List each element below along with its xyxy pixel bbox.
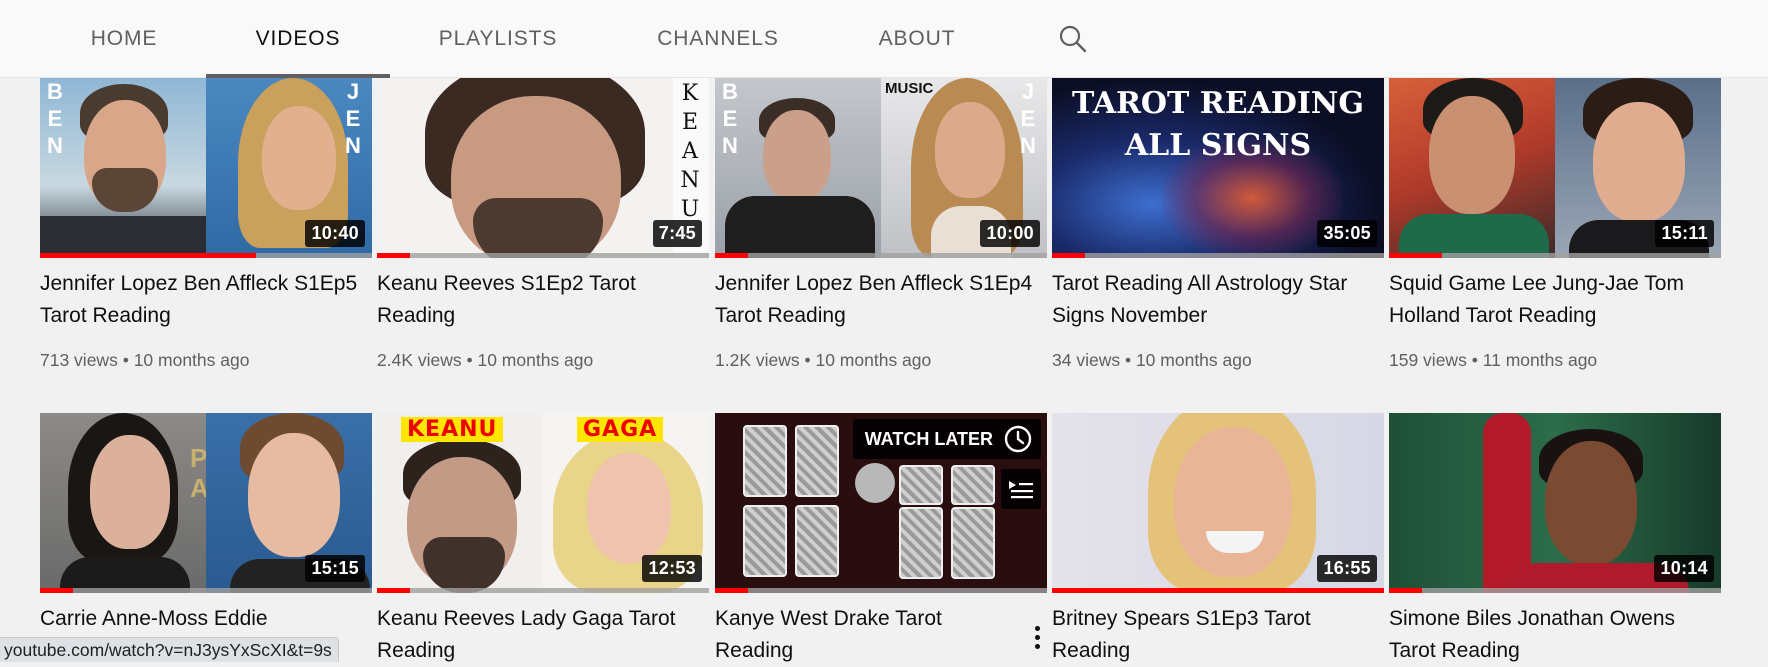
video-meta: 713 views • 10 months ago: [40, 350, 250, 370]
video-thumbnail[interactable]: K E A N U 7:45: [377, 78, 709, 258]
tab-about[interactable]: ABOUT: [864, 0, 970, 78]
duration-badge: 15:15: [305, 555, 365, 582]
watch-progress-bar: [715, 253, 1047, 258]
thumb-letter: K: [681, 81, 699, 106]
tab-channels[interactable]: CHANNELS: [640, 0, 796, 78]
tab-playlists[interactable]: PLAYLISTS: [418, 0, 578, 78]
duration-badge: 35:05: [1317, 220, 1377, 247]
add-to-queue-button[interactable]: [1001, 469, 1041, 509]
watch-progress-bar: [1052, 588, 1384, 593]
video-thumbnail[interactable]: WATCH LATER: [715, 413, 1047, 593]
duration-badge: 7:45: [652, 220, 702, 247]
thumb-letter: E: [1020, 106, 1036, 131]
more-actions-button[interactable]: [1027, 621, 1047, 653]
thumb-letter: U: [680, 197, 700, 222]
duration-badge: 16:55: [1317, 555, 1377, 582]
tab-videos[interactable]: VIDEOS: [206, 0, 390, 78]
thumb-letter: E: [345, 106, 361, 131]
thumb-letter: N: [345, 133, 361, 158]
thumb-banner-keanu: KEANU: [401, 417, 504, 442]
thumb-letter: N: [680, 168, 700, 193]
thumb-letter: E: [722, 106, 738, 131]
video-title[interactable]: Tarot Reading All Astrology Star Signs N…: [1052, 268, 1372, 332]
watch-progress-bar: [40, 253, 372, 258]
video-meta: 1.2K views • 10 months ago: [715, 350, 932, 370]
watch-progress-bar: [715, 588, 1047, 593]
thumb-billboard-text: MUSIC: [885, 80, 934, 97]
channel-tab-bar: HOME VIDEOS PLAYLISTS CHANNELS ABOUT: [0, 0, 1768, 78]
watch-progress-bar: [377, 253, 709, 258]
thumb-title-line2: ALL SIGNS: [1124, 128, 1312, 163]
video-title[interactable]: Jennifer Lopez Ben Affleck S1Ep4 Tarot R…: [715, 268, 1035, 332]
video-thumbnail[interactable]: 15:11: [1389, 78, 1721, 258]
video-meta: 2.4K views • 10 months ago: [377, 350, 594, 370]
thumb-letter: E: [681, 110, 699, 135]
video-thumbnail[interactable]: PA 15:15: [40, 413, 372, 593]
link-hover-status: youtube.com/watch?v=nJ3ysYxScXI&t=9s: [0, 637, 339, 662]
view-count: 2.4K views: [377, 350, 462, 370]
video-thumbnail[interactable]: 10:14: [1389, 413, 1721, 593]
watch-progress-bar: [40, 588, 372, 593]
thumb-letter: B: [47, 79, 63, 104]
watch-later-label: WATCH LATER: [864, 428, 993, 449]
watch-progress-bar: [377, 588, 709, 593]
tab-home[interactable]: HOME: [70, 0, 178, 78]
clock-icon: [1004, 425, 1032, 453]
video-title[interactable]: Carrie Anne-Moss Eddie: [40, 603, 360, 635]
duration-badge: 12:53: [642, 555, 702, 582]
video-title[interactable]: Britney Spears S1Ep3 Tarot Reading: [1052, 603, 1372, 667]
upload-age: 10 months ago: [815, 350, 932, 370]
view-count: 159 views: [1389, 350, 1467, 370]
upload-age: 11 months ago: [1482, 350, 1598, 370]
duration-badge: 10:00: [980, 220, 1040, 247]
thumb-letter: J: [1021, 79, 1035, 104]
thumb-letter: J: [346, 79, 360, 104]
video-title[interactable]: Kanye West Drake Tarot Reading: [715, 603, 1005, 667]
thumb-title-line1: TAROT READING: [1072, 86, 1364, 121]
add-to-queue-icon: [1009, 481, 1033, 499]
watch-progress-bar: [1052, 253, 1384, 258]
duration-badge: 10:40: [305, 220, 365, 247]
watch-progress-bar: [1389, 253, 1721, 258]
channel-search-button[interactable]: [1050, 0, 1096, 78]
video-thumbnail[interactable]: MUSIC B E N J E N 10:00: [715, 78, 1047, 258]
video-title[interactable]: Keanu Reeves Lady Gaga Tarot Reading: [377, 603, 697, 667]
more-vert-icon: [1034, 625, 1040, 631]
thumb-letter: N: [1020, 133, 1036, 158]
video-title[interactable]: Jennifer Lopez Ben Affleck S1Ep5 Tarot R…: [40, 268, 360, 332]
thumb-banner-gaga: GAGA: [577, 417, 664, 442]
upload-age: 10 months ago: [133, 350, 250, 370]
video-title[interactable]: Keanu Reeves S1Ep2 Tarot Reading: [377, 268, 697, 332]
thumb-letter: N: [47, 133, 63, 158]
duration-badge: 10:14: [1654, 555, 1714, 582]
video-title[interactable]: Simone Biles Jonathan Owens Tarot Readin…: [1389, 603, 1709, 667]
thumb-letter: B: [722, 79, 738, 104]
thumb-letter: N: [722, 133, 738, 158]
video-title[interactable]: Squid Game Lee Jung-Jae Tom Holland Taro…: [1389, 268, 1709, 332]
view-count: 1.2K views: [715, 350, 800, 370]
thumb-letter: A: [682, 139, 698, 164]
upload-age: 10 months ago: [477, 350, 594, 370]
watch-progress-bar: [1389, 588, 1721, 593]
watch-later-button[interactable]: WATCH LATER: [852, 419, 1041, 459]
video-meta: 34 views • 10 months ago: [1052, 350, 1252, 370]
duration-badge: 15:11: [1655, 220, 1714, 247]
video-thumbnail[interactable]: B E N J E N 10:40: [40, 78, 372, 258]
video-meta: 159 views • 11 months ago: [1389, 350, 1598, 370]
upload-age: 10 months ago: [1135, 350, 1252, 370]
search-icon: [1059, 25, 1087, 53]
view-count: 34 views: [1052, 350, 1121, 370]
view-count: 713 views: [40, 350, 118, 370]
thumb-letter: E: [47, 106, 63, 131]
video-thumbnail[interactable]: 16:55: [1052, 413, 1384, 593]
video-thumbnail[interactable]: KEANU GAGA 12:53: [377, 413, 709, 593]
video-thumbnail[interactable]: TAROT READING ALL SIGNS 35:05: [1052, 78, 1384, 258]
